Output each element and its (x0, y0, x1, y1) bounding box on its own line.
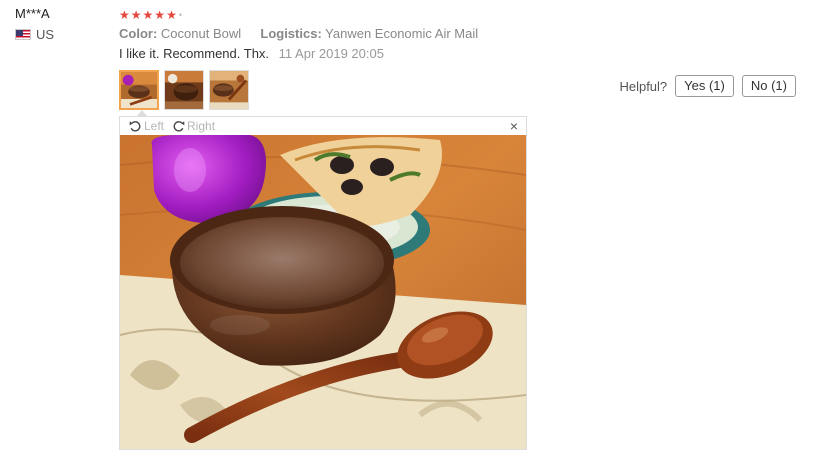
photo-thumbnail-2[interactable] (164, 70, 204, 110)
photo-thumbnail-1[interactable] (119, 70, 159, 110)
helpful-no-button[interactable]: No (1) (741, 75, 796, 97)
rotate-right-button[interactable]: Right (172, 119, 215, 133)
rating-dot-icon: • (178, 10, 182, 20)
photo-viewer: Left Right × (119, 116, 527, 450)
color-attribute-value: Coconut Bowl (160, 26, 242, 41)
color-attribute-label: Color: (119, 26, 158, 41)
rotate-right-label: Right (187, 119, 216, 133)
rotate-left-button[interactable]: Left (129, 119, 164, 133)
star-icon: ★ (154, 8, 166, 22)
rotate-left-icon (129, 120, 142, 133)
order-attributes: Color: Coconut Bowl Logistics: Yanwen Ec… (119, 26, 478, 41)
star-icon: ★ (130, 8, 142, 22)
photo-viewer-toolbar: Left Right × (120, 117, 526, 135)
logistics-attribute-label: Logistics: (260, 26, 322, 41)
close-icon[interactable]: × (510, 118, 518, 134)
helpful-label: Helpful? (619, 78, 668, 94)
rotate-left-label: Left (144, 119, 165, 133)
helpful-yes-button[interactable]: Yes (1) (675, 75, 734, 97)
review-date: 11 Apr 2019 20:05 (278, 46, 384, 61)
reviewer-country-label: US (36, 27, 55, 42)
review-text: I like it. Recommend. Thx. (119, 46, 270, 61)
star-icon: ★ (142, 8, 154, 22)
reviewer-info: M***A US (15, 6, 105, 42)
star-icon: ★ (166, 8, 177, 22)
us-flag-icon (15, 29, 31, 40)
review-photo (120, 135, 526, 449)
star-rating: ★ ★ ★ ★ ★ • (119, 8, 182, 22)
reviewer-name: M***A (15, 6, 50, 21)
photo-thumbnails (119, 70, 249, 110)
star-icon: ★ (119, 8, 130, 22)
rotate-right-icon (172, 120, 185, 133)
photo-thumbnail-3[interactable] (209, 70, 249, 110)
reviewer-country: US (15, 27, 105, 42)
logistics-attribute-value: Yanwen Economic Air Mail (325, 26, 479, 41)
review-content: I like it. Recommend. Thx. 11 Apr 2019 2… (119, 46, 384, 61)
helpful-voting: Helpful? Yes (1) No (1) (619, 75, 796, 97)
